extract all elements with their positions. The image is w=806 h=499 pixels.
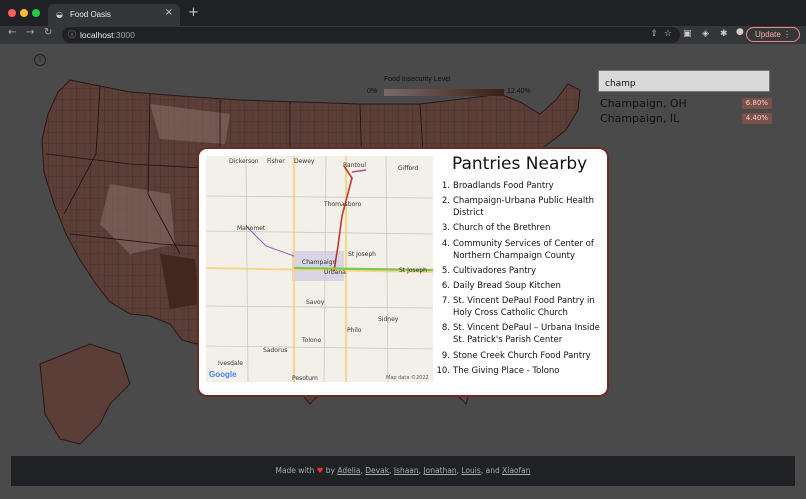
author-link[interactable]: Xiaofan: [502, 466, 530, 475]
author-link[interactable]: Devak: [365, 466, 389, 475]
profile-avatar[interactable]: ●: [736, 27, 744, 37]
window-maximize-button[interactable]: [32, 9, 40, 17]
map-label: Dickerson: [229, 158, 259, 165]
map-label: Thomasboro: [323, 201, 362, 208]
site-info-icon[interactable]: ⓘ: [68, 29, 76, 40]
map-attribution: Map data ©2022: [386, 374, 429, 381]
pantry-item[interactable]: 4. Community Services of Center of Northe…: [436, 238, 604, 262]
author-link[interactable]: Adelia: [337, 466, 360, 475]
tab-close-icon[interactable]: ×: [165, 7, 173, 18]
panel-title: Pantries Nearby: [452, 154, 588, 174]
pantry-item[interactable]: 3. Church of the Brethren: [436, 222, 604, 234]
legend-title: Food Insecurity Level: [384, 76, 451, 83]
pantry-item[interactable]: 9. Stone Creek Church Food Pantry: [436, 350, 604, 362]
map-label: Gifford: [398, 165, 418, 172]
map-label: Urbana: [324, 269, 346, 276]
footer-made-with: Made with: [275, 466, 315, 475]
search-result-item[interactable]: Champaign, IL 4.40%: [600, 112, 772, 126]
map-label: St Joseph: [399, 267, 427, 274]
map-label: Sidney: [378, 316, 399, 323]
forward-icon[interactable]: →: [26, 27, 34, 38]
map-label: Sadorus: [263, 347, 287, 354]
google-logo: Google: [209, 370, 237, 379]
app-page: i Food Insecurity Level 0% 12.40% Champa…: [0, 44, 806, 499]
extension-2-icon[interactable]: ◈: [702, 29, 709, 39]
pantry-item[interactable]: 7. St. Vincent DePaul Food Pantry in Holy…: [436, 295, 604, 319]
footer: Made with ♥ by Adelia, Devak, Ishaan, Jo…: [11, 456, 795, 486]
info-icon[interactable]: i: [34, 54, 46, 66]
browser-tab-bar: ◒ Food Oasis × +: [0, 0, 806, 26]
pantry-map[interactable]: Dickerson Fisher Dewey Rantoul Gifford T…: [206, 156, 433, 382]
browser-toolbar: ← → ↻ ⓘ localhost:3000 ⇪ ☆ ▣ ◈ ✱ ● Updat…: [0, 26, 806, 44]
extensions-puzzle-icon[interactable]: ✱: [720, 29, 728, 39]
legend-max-label: 12.40%: [507, 88, 531, 95]
share-icon[interactable]: ⇪: [650, 29, 658, 39]
pantries-modal: Dickerson Fisher Dewey Rantoul Gifford T…: [197, 147, 609, 397]
pantry-item[interactable]: 1. Broadlands Food Pantry: [436, 180, 604, 192]
pantry-item[interactable]: 2. Champaign-Urbana Public Health Distric…: [436, 195, 604, 219]
author-link[interactable]: Jonathan: [423, 466, 456, 475]
bookmark-star-icon[interactable]: ☆: [664, 29, 672, 39]
update-button[interactable]: Update ⋮: [745, 27, 800, 42]
map-label: Rantoul: [343, 162, 366, 169]
map-label: Dewey: [294, 158, 315, 165]
legend-gradient-bar: [384, 89, 504, 96]
browser-tab[interactable]: ◒ Food Oasis ×: [48, 4, 180, 26]
map-canvas[interactable]: Dickerson Fisher Dewey Rantoul Gifford T…: [206, 156, 433, 382]
map-label: Pesotum: [292, 375, 318, 382]
back-icon[interactable]: ←: [8, 27, 16, 38]
heart-icon: ♥: [316, 466, 324, 475]
search-result-name: Champaign, OH: [600, 97, 687, 110]
map-label: Ivesdale: [218, 360, 243, 367]
window-minimize-button[interactable]: [20, 9, 28, 17]
pantry-item[interactable]: 5. Cultivadores Pantry: [436, 265, 604, 277]
map-label: Mahomet: [237, 225, 266, 232]
pantry-item[interactable]: 10. The Giving Place - Tolono: [436, 365, 604, 377]
map-label: Champaign: [302, 259, 336, 266]
tab-title: Food Oasis: [70, 10, 111, 19]
reload-icon[interactable]: ↻: [44, 27, 52, 38]
pantry-item[interactable]: 8. St. Vincent DePaul – Urbana Inside St.…: [436, 322, 604, 346]
url-text: localhost:3000: [80, 30, 135, 40]
county-search-input[interactable]: [599, 74, 769, 94]
county-search-box[interactable]: [598, 70, 770, 94]
window-close-button[interactable]: [8, 9, 16, 17]
map-label: Fisher: [267, 158, 285, 165]
map-label: Philo: [347, 327, 362, 334]
search-result-badge: 4.40%: [741, 113, 772, 124]
favicon-icon: ◒: [56, 10, 63, 19]
pantry-item[interactable]: 6. Daily Bread Soup Kitchen: [436, 280, 604, 292]
extension-1-icon[interactable]: ▣: [683, 29, 692, 39]
map-label: Tolono: [301, 337, 321, 344]
footer-by: by: [325, 466, 335, 475]
legend-min-label: 0%: [367, 88, 378, 95]
map-label: St Joseph: [348, 251, 376, 258]
search-result-badge: 6.80%: [741, 98, 772, 109]
map-label: Savoy: [306, 299, 325, 306]
pantry-list: 1. Broadlands Food Pantry 2. Champaign-Urb…: [436, 180, 604, 380]
author-link[interactable]: Louis: [461, 466, 480, 475]
alaska-shape[interactable]: [39, 343, 131, 445]
new-tab-icon[interactable]: +: [188, 5, 199, 20]
search-result-name: Champaign, IL: [600, 112, 680, 125]
author-link[interactable]: Ishaan: [394, 466, 419, 475]
search-result-item[interactable]: Champaign, OH 6.80%: [600, 97, 772, 111]
footer-and: and: [485, 466, 500, 475]
address-bar[interactable]: ⓘ localhost:3000 ⇪ ☆: [62, 27, 680, 43]
